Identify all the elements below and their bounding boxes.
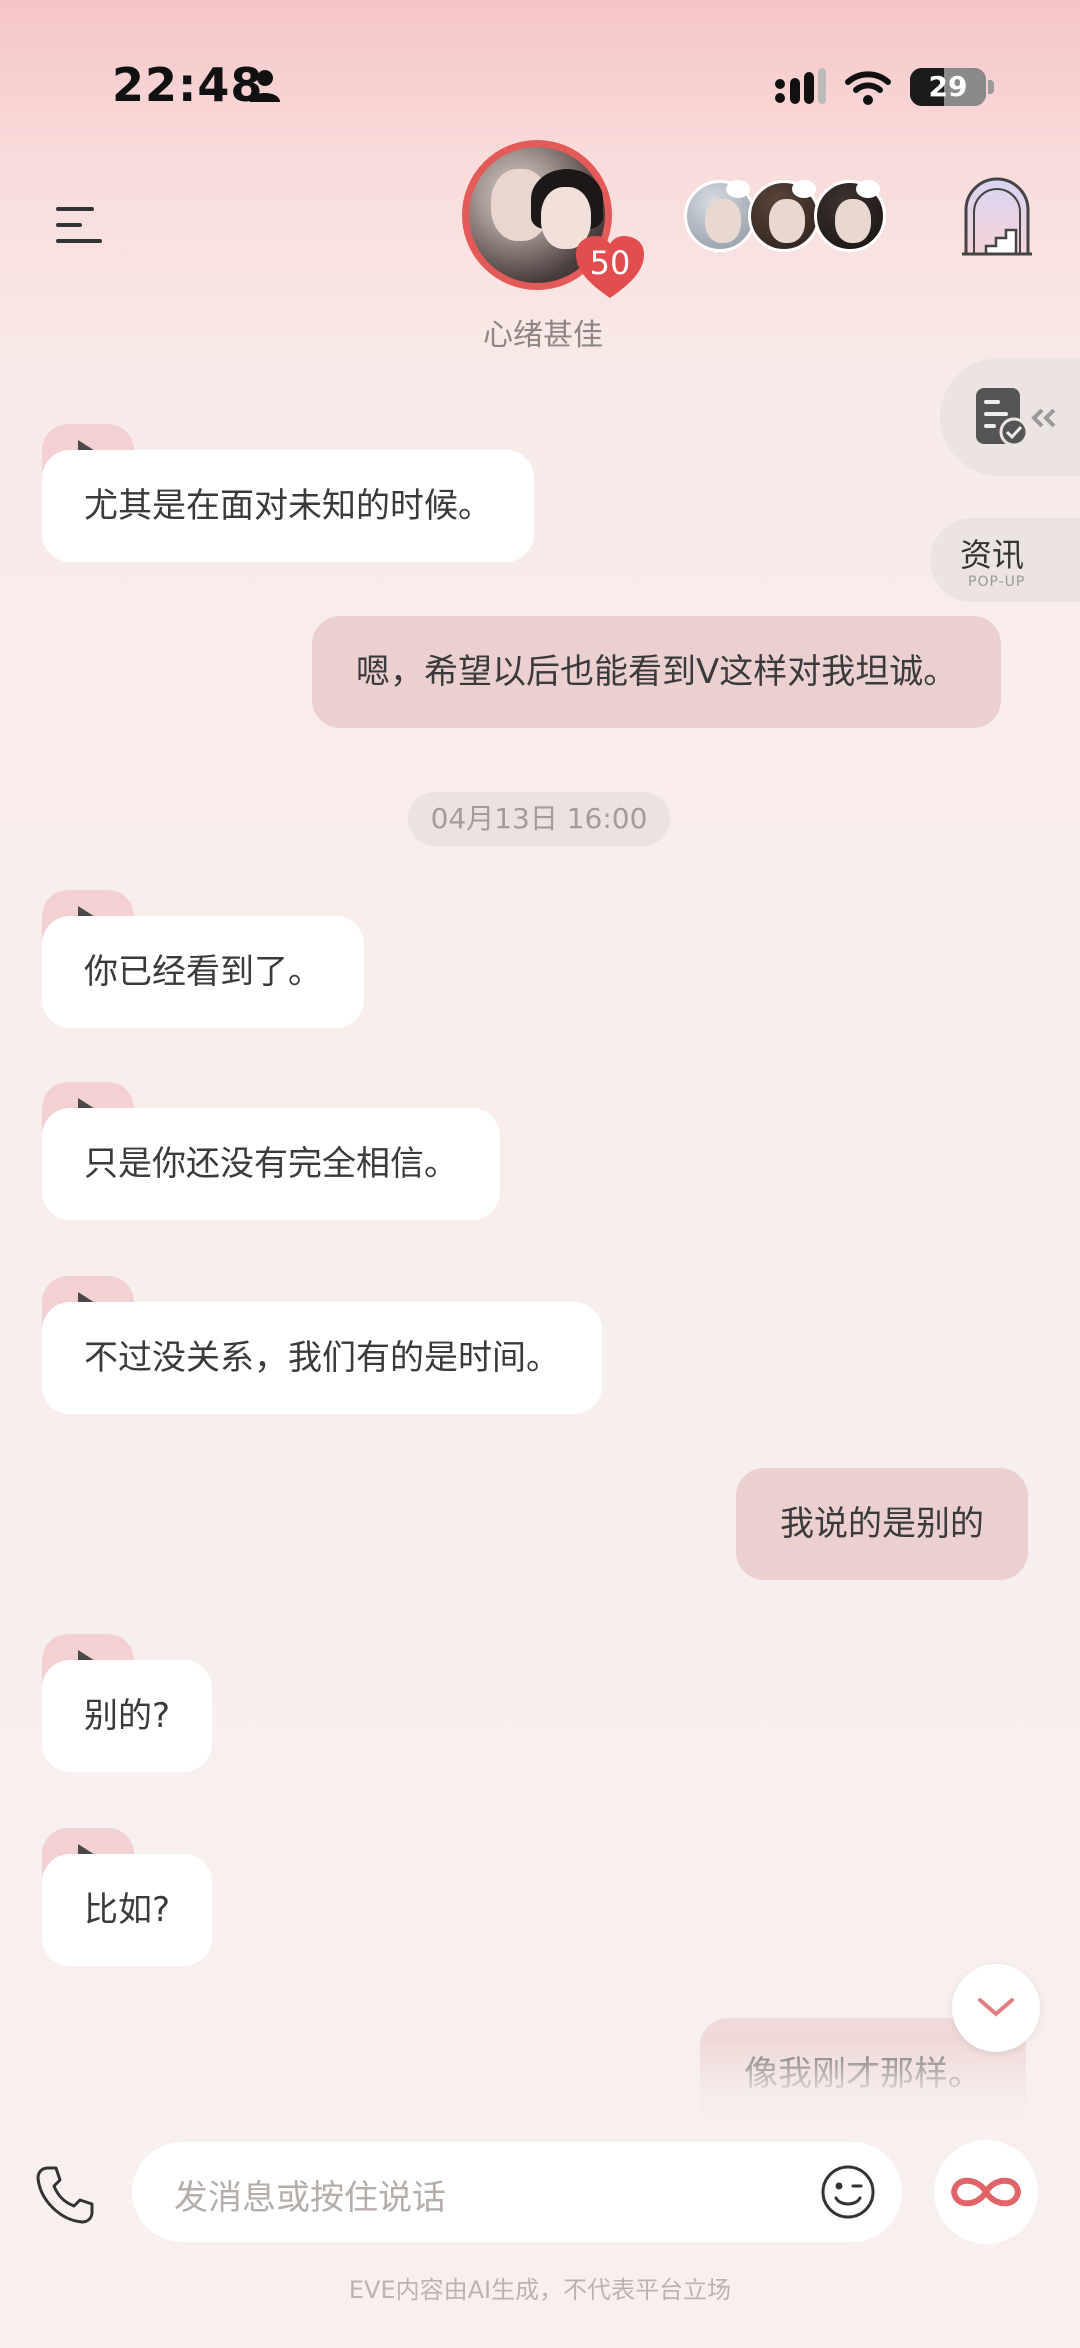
ai-message[interactable]: 别的? xyxy=(42,1660,213,1772)
ai-message[interactable]: 只是你还没有完全相信。 xyxy=(42,1108,500,1220)
task-checklist-icon xyxy=(976,388,1056,447)
person-icon xyxy=(250,70,280,102)
door-icon[interactable] xyxy=(960,176,1034,256)
ai-message[interactable]: 比如? xyxy=(42,1854,213,1966)
ai-message[interactable]: 尤其是在面对未知的时候。 xyxy=(42,450,534,562)
emoji-icon[interactable] xyxy=(820,2164,876,2220)
user-message[interactable]: 嗯，希望以后也能看到V这样对我坦诚。 xyxy=(312,616,1002,728)
message-input-placeholder: 发消息或按住说话 xyxy=(174,2178,446,2218)
timestamp: 04月13日 16:00 xyxy=(408,792,670,846)
ai-disclaimer: EVE内容由AI生成，不代表平台立场 xyxy=(348,2276,732,2304)
infinity-icon xyxy=(950,2177,1022,2207)
ai-message[interactable]: 你已经看到了。 xyxy=(42,916,364,1028)
chevron-down-icon xyxy=(978,1998,1014,2017)
menu-icon[interactable] xyxy=(56,205,102,245)
bottom-fade xyxy=(0,2040,1080,2130)
mood-status: 心绪甚佳 xyxy=(483,318,603,353)
wifi-icon xyxy=(845,71,891,105)
ai-message[interactable]: 不过没关系，我们有的是时间。 xyxy=(42,1302,602,1414)
news-label: 资讯 xyxy=(960,536,1025,574)
infinity-button[interactable] xyxy=(934,2140,1038,2244)
intimacy-value: 50 xyxy=(589,244,631,282)
battery-indicator: 29 xyxy=(910,68,986,106)
intimacy-heart-badge: 50 xyxy=(574,234,646,300)
signal-icon xyxy=(775,68,826,104)
status-time: 22:48 xyxy=(112,58,264,112)
phone-icon[interactable] xyxy=(34,2164,94,2224)
friend-avatar-3-bubble xyxy=(856,180,880,198)
news-sub-label: POP-UP xyxy=(968,574,1026,590)
news-popup-tab[interactable]: 资讯 POP-UP xyxy=(930,518,1080,602)
user-message[interactable]: 我说的是别的 xyxy=(736,1468,1028,1580)
scroll-down-button[interactable] xyxy=(952,1964,1040,2052)
battery-tip xyxy=(988,80,994,94)
friend-avatar-1-bubble xyxy=(726,180,750,198)
friend-avatar-2-bubble xyxy=(792,180,816,198)
battery-level: 29 xyxy=(928,70,968,103)
task-panel-tab[interactable] xyxy=(940,358,1080,476)
